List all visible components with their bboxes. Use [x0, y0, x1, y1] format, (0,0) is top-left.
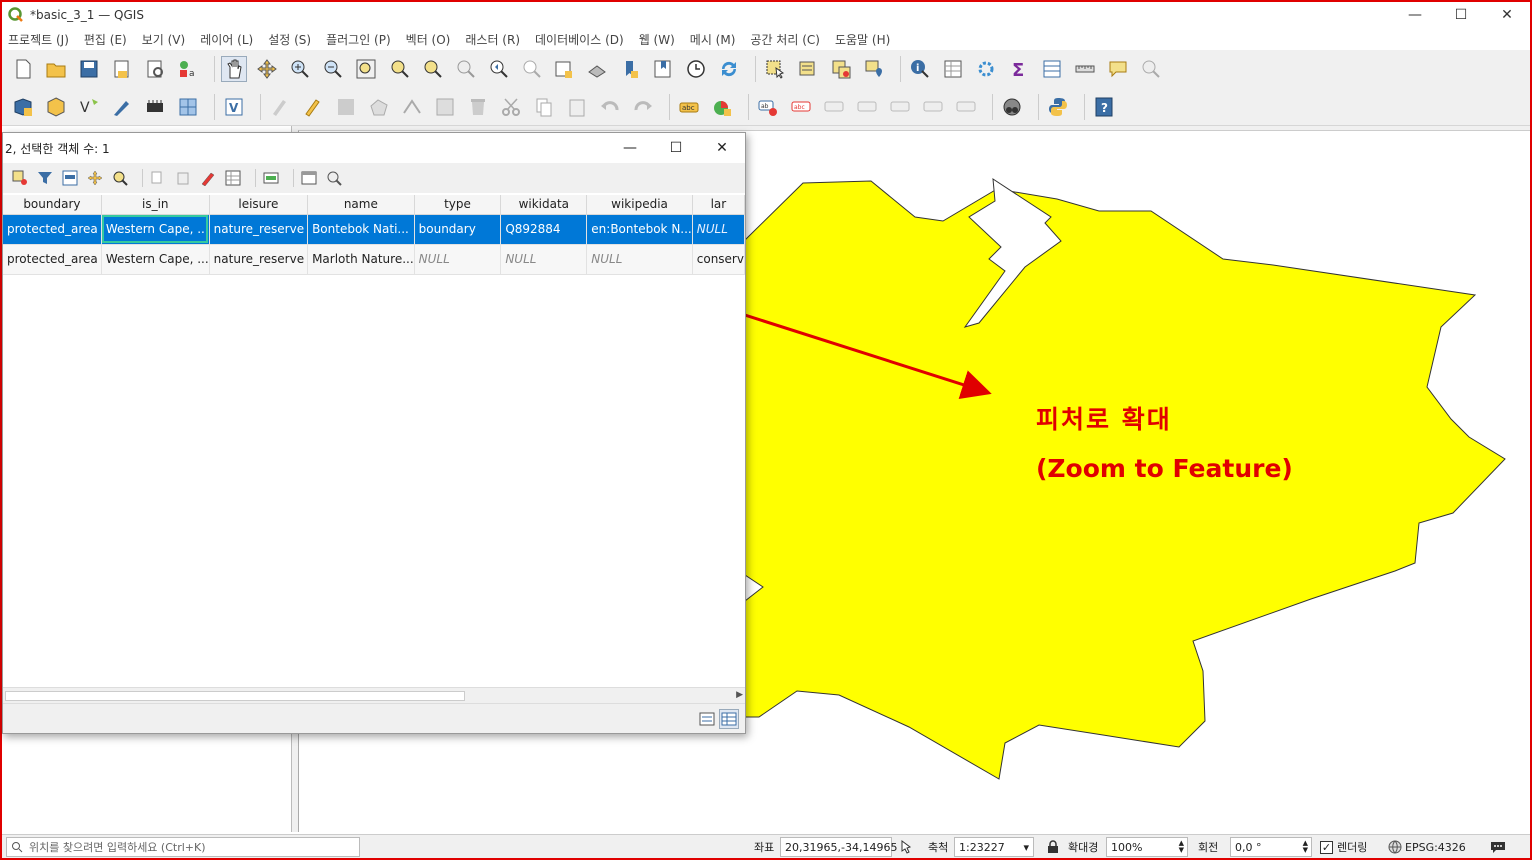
chevron-down-icon: ▾ [1023, 840, 1029, 854]
magnifier-label: 확대경 [1068, 841, 1099, 854]
zoom-to-selected-icon[interactable] [111, 169, 129, 187]
magnifier-value: 100% [1111, 840, 1143, 854]
table-cell[interactable]: boundary [414, 214, 502, 245]
scale-value: 1:23227 [959, 840, 1005, 854]
table-cell[interactable]: Q892884 [500, 214, 588, 245]
table-cell[interactable]: nature_reserve [209, 214, 309, 245]
table-cell[interactable]: NULL [586, 244, 693, 275]
column-header[interactable]: wikipedia [586, 195, 693, 215]
column-header[interactable]: leisure [209, 195, 309, 215]
scrollbar-thumb[interactable] [5, 691, 465, 701]
toolbar-separator [142, 169, 143, 187]
filter-icon[interactable] [36, 169, 54, 187]
form-view-icon[interactable] [697, 709, 717, 729]
table-cell[interactable]: en:Bontebok N... [586, 214, 693, 245]
table-row[interactable]: protected_area Western Cape, ... nature_… [3, 244, 745, 275]
scroll-right-arrow-icon[interactable]: ▶ [736, 690, 743, 700]
table-row-selected[interactable]: protected_area Western Cape, ... nature_… [3, 214, 745, 245]
spin-arrows-icon: ▲ ▼ [1302, 839, 1308, 854]
table-cell[interactable]: protected_area [3, 244, 102, 275]
dock-table-icon[interactable] [300, 169, 318, 187]
mouse-icon[interactable] [898, 837, 914, 857]
table-header-row: boundary is_in leisure name type wikidat… [3, 195, 745, 215]
table-cell[interactable]: conserv [692, 244, 745, 275]
column-header[interactable]: wikidata [500, 195, 588, 215]
rotation-value: 0,0 ° [1235, 840, 1262, 854]
render-label: 렌더링 [1337, 841, 1368, 854]
render-checkbox[interactable]: ✓ [1320, 840, 1333, 854]
status-bar: 위치를 찾으려면 입력하세요 (Ctrl+K) 좌표 20,31965,-34,… [2, 834, 1530, 858]
attr-maximize-button[interactable]: ☐ [653, 133, 699, 163]
coordinate-label: 좌표 [754, 841, 775, 854]
search-icon [12, 842, 23, 853]
table-cell[interactable]: nature_reserve [209, 244, 309, 275]
spin-arrows-icon: ▲ ▼ [1178, 839, 1184, 854]
table-cell[interactable]: protected_area [3, 214, 102, 245]
column-header[interactable]: boundary [3, 195, 102, 215]
column-header[interactable]: name [307, 195, 415, 215]
attribute-table-toolbar [3, 163, 745, 193]
new-field-icon[interactable] [199, 169, 217, 187]
attribute-table-title: 2, 선택한 객체 수: 1 [5, 141, 110, 156]
paste-features-icon[interactable] [174, 169, 192, 187]
scale-combobox[interactable]: 1:23227 ▾ [954, 837, 1034, 857]
rotation-spinbox[interactable]: 0,0 ° ▲ ▼ [1230, 837, 1312, 857]
table-cell[interactable]: Marloth Nature... [307, 244, 415, 275]
magnifier-spinbox[interactable]: 100% ▲ ▼ [1106, 837, 1188, 857]
column-header[interactable]: is_in [101, 195, 210, 215]
table-cell[interactable]: Bontebok Nati... [307, 214, 415, 245]
attr-close-button[interactable]: ✕ [699, 133, 745, 163]
locator-placeholder: 위치를 찾으려면 입력하세요 (Ctrl+K) [29, 841, 206, 854]
attribute-table-window: 2, 선택한 객체 수: 1 — ☐ ✕ boundary is_in leis… [2, 132, 746, 734]
table-cell[interactable]: NULL [500, 244, 588, 275]
scale-box-wrap: 1:23227 ▾ [954, 837, 1034, 857]
rotation-label: 회전 [1198, 841, 1219, 854]
attr-minimize-button[interactable]: — [607, 133, 653, 163]
toolbar-separator [293, 169, 294, 187]
copy-selected-rows-icon[interactable] [149, 169, 167, 187]
globe-icon [1388, 840, 1402, 854]
column-header[interactable]: type [414, 195, 502, 215]
move-selection-to-top-icon[interactable] [61, 169, 79, 187]
messages-icon[interactable] [1490, 837, 1506, 857]
crs-button[interactable]: EPSG:4326 [1388, 837, 1466, 857]
horizontal-scrollbar[interactable]: ▶ [3, 687, 745, 703]
actions-icon[interactable] [325, 169, 343, 187]
field-calculator-icon[interactable] [224, 169, 242, 187]
magnifier-box-wrap: 100% ▲ ▼ [1106, 837, 1188, 857]
attribute-table-footer [3, 703, 745, 733]
coordinate-box-wrap: 20,31965,-34,14965 [780, 837, 897, 857]
annotation-title: 피처로 확대 [1036, 405, 1172, 434]
attribute-grid[interactable]: boundary is_in leisure name type wikidat… [3, 195, 745, 691]
column-header[interactable]: lar [692, 195, 745, 215]
rotation-box-wrap: 0,0 ° ▲ ▼ [1230, 837, 1312, 857]
table-cell[interactable]: NULL [414, 244, 502, 275]
scale-label: 축척 [928, 841, 949, 854]
locator-search-input[interactable]: 위치를 찾으려면 입력하세요 (Ctrl+K) [6, 837, 360, 857]
table-cell-current[interactable]: Western Cape, ... [101, 214, 210, 245]
annotation-subtitle: (Zoom to Feature) [1036, 454, 1293, 483]
table-cell[interactable]: NULL [692, 214, 745, 245]
table-cell[interactable]: Western Cape, ... [101, 244, 210, 275]
pan-to-selected-icon[interactable] [86, 169, 104, 187]
coordinate-field[interactable]: 20,31965,-34,14965 [780, 837, 897, 857]
conditional-formatting-icon[interactable] [262, 169, 280, 187]
render-toggle[interactable]: ✓ 렌더링 [1320, 837, 1367, 857]
deselect-all-icon[interactable] [11, 169, 29, 187]
crs-label: EPSG:4326 [1405, 840, 1466, 854]
table-view-icon[interactable] [719, 709, 739, 729]
lock-icon[interactable] [1046, 837, 1060, 857]
toolbar-separator [255, 169, 256, 187]
attribute-table-titlebar: 2, 선택한 객체 수: 1 — ☐ ✕ [3, 133, 745, 163]
